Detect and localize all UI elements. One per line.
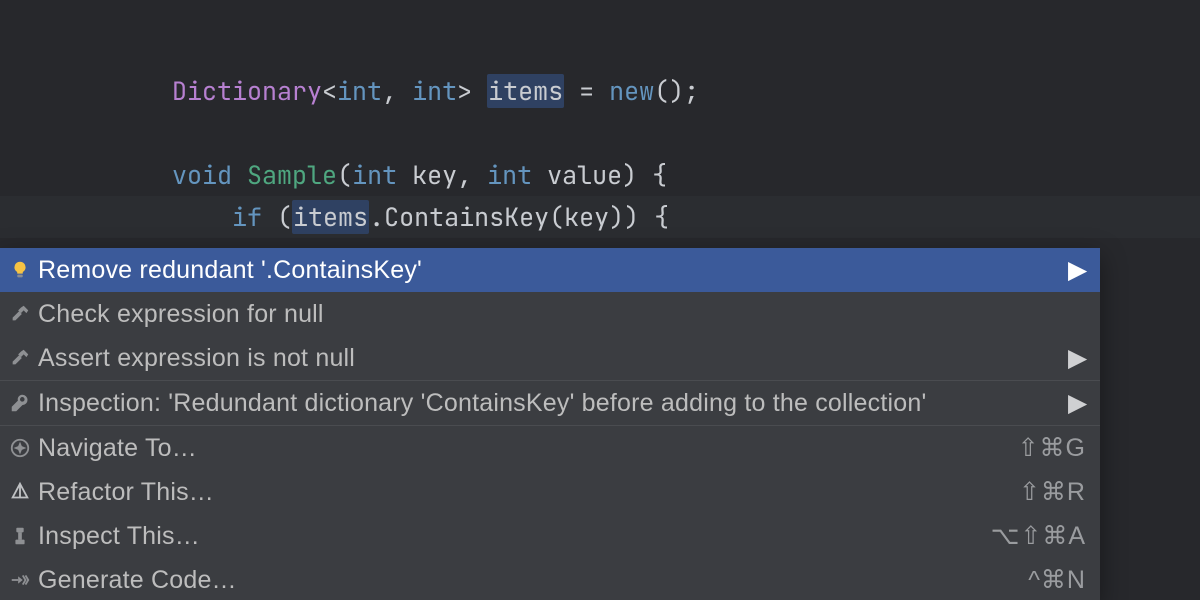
menu-item[interactable]: Assert expression is not null▶	[0, 336, 1100, 380]
menu-item[interactable]: Inspection: 'Redundant dictionary 'Conta…	[0, 381, 1100, 425]
menu-item[interactable]: Remove redundant '.ContainsKey'▶	[0, 248, 1100, 292]
token-keyword: int	[337, 74, 382, 108]
token-keyword: void	[172, 158, 232, 192]
token-keyword: new	[609, 74, 654, 108]
menu-item-label: Inspection: 'Redundant dictionary 'Conta…	[38, 391, 1068, 416]
token-keyword: int	[412, 74, 457, 108]
token-punct: ,	[382, 74, 412, 108]
context-actions-popup[interactable]: Remove redundant '.ContainsKey'▶Check ex…	[0, 248, 1100, 600]
token-method-name: Sample	[247, 158, 337, 192]
token-punct: <	[322, 74, 337, 108]
menu-item-label: Assert expression is not null	[38, 346, 1068, 371]
code-line[interactable]: void Sample(int key, int value) {	[0, 154, 1200, 196]
menu-item-shortcut: ⌥⇧⌘A	[991, 524, 1086, 549]
compass-icon	[8, 436, 32, 460]
token-punct: ))	[609, 200, 639, 234]
token-punct: (	[549, 200, 564, 234]
token-type: Dictionary	[172, 74, 322, 108]
token-punct: >	[457, 74, 487, 108]
menu-item-label: Check expression for null	[38, 302, 1086, 327]
menu-item-label: Inspect This…	[38, 524, 991, 549]
menu-item[interactable]: Navigate To…⇧⌘G	[0, 426, 1100, 470]
menu-item[interactable]: Inspect This…⌥⇧⌘A	[0, 514, 1100, 558]
inspect-icon	[8, 524, 32, 548]
chevron-right-icon: ▶	[1068, 391, 1086, 416]
hammer-icon	[8, 346, 32, 370]
token-keyword: int	[352, 158, 397, 192]
menu-group: Navigate To…⇧⌘GRefactor This…⇧⌘RInspect …	[0, 425, 1100, 600]
code-line-highlighted[interactable]: if (items.ContainsKey(key)) {	[0, 196, 1200, 238]
chevron-right-icon: ▶	[1068, 258, 1086, 283]
code-line[interactable]: Dictionary<int, int> items = new();	[0, 70, 1200, 112]
token-punct: =	[564, 74, 609, 108]
hammer-icon	[8, 302, 32, 326]
menu-item-shortcut: ^⌘N	[1028, 568, 1086, 593]
code-blank-line	[0, 112, 1200, 154]
token-identifier: key	[412, 158, 457, 192]
menu-item-label: Refactor This…	[38, 480, 1019, 505]
code-editor[interactable]: Dictionary<int, int> items = new(); void…	[0, 0, 1200, 238]
token-punct: ();	[654, 74, 699, 108]
token-method: ContainsKey	[384, 200, 549, 234]
token-identifier: key	[564, 200, 609, 234]
token-identifier: items	[487, 74, 564, 108]
prism-icon	[8, 480, 32, 504]
menu-item[interactable]: Refactor This…⇧⌘R	[0, 470, 1100, 514]
menu-item-shortcut: ⇧⌘R	[1019, 480, 1086, 505]
token-keyword: int	[487, 158, 532, 192]
menu-item-label: Remove redundant '.ContainsKey'	[38, 258, 1068, 283]
menu-group: Remove redundant '.ContainsKey'▶Check ex…	[0, 248, 1100, 380]
menu-item-label: Navigate To…	[38, 436, 1018, 461]
menu-item[interactable]: Check expression for null	[0, 292, 1100, 336]
token-punct: ) {	[622, 158, 667, 192]
token-punct: (	[337, 158, 352, 192]
token-punct: {	[639, 200, 669, 234]
token-punct: (	[262, 200, 292, 234]
wrench-icon	[8, 391, 32, 415]
token-keyword: if	[232, 200, 262, 234]
menu-group: Inspection: 'Redundant dictionary 'Conta…	[0, 380, 1100, 425]
token-punct: .	[369, 200, 384, 234]
menu-item-label: Generate Code…	[38, 568, 1028, 593]
generate-icon	[8, 568, 32, 592]
token-identifier: value	[547, 158, 622, 192]
token-punct: ,	[457, 158, 487, 192]
token-identifier: items	[292, 200, 369, 234]
chevron-right-icon: ▶	[1068, 346, 1086, 371]
lightbulb-icon	[8, 258, 32, 282]
menu-item-shortcut: ⇧⌘G	[1018, 436, 1086, 461]
menu-item[interactable]: Generate Code…^⌘N	[0, 558, 1100, 600]
